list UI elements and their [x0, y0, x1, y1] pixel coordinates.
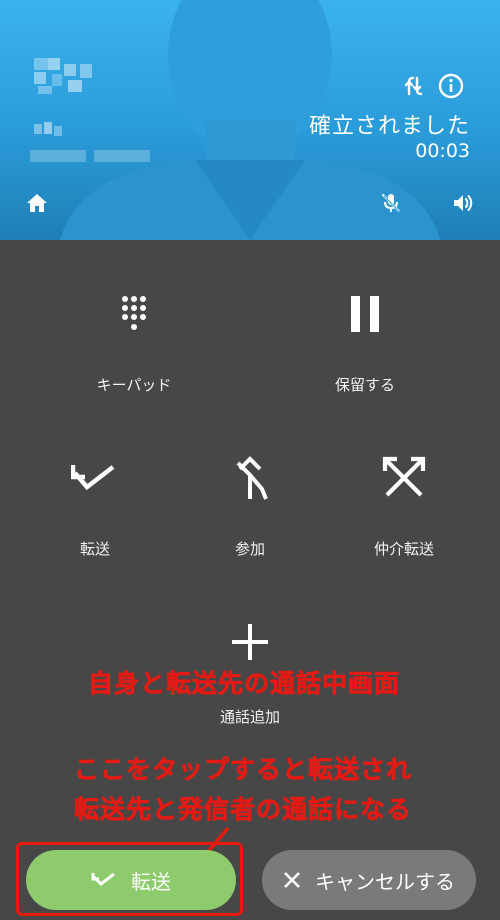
home-icon[interactable]: [22, 188, 52, 218]
transfer-button[interactable]: 転送: [26, 850, 236, 910]
cancel-button[interactable]: キャンセルする: [262, 850, 476, 910]
plus-icon: [220, 612, 280, 672]
mute-microphone-icon[interactable]: [376, 188, 406, 218]
merge-control[interactable]: 参加: [170, 448, 330, 559]
swap-calls-icon[interactable]: [400, 71, 430, 101]
add-call-label: 通話追加: [219, 708, 280, 726]
merge-call-icon: [220, 448, 280, 508]
masked-caller-name: [34, 58, 94, 98]
masked-caller-label: [34, 122, 62, 136]
keypad-control[interactable]: キーパッド: [54, 284, 214, 395]
consult-transfer-icon: [374, 448, 434, 508]
pause-icon: [335, 284, 395, 344]
transfer-call-icon: [65, 448, 125, 508]
transfer-label: 転送: [79, 540, 110, 558]
annotation-tap-note-1: ここをタップすると転送され: [74, 755, 413, 785]
call-header: 確立されました 00:03: [0, 0, 500, 240]
annotation-tap-note-2: 転送先と発信者の通話になる: [74, 795, 413, 825]
transfer-button-label: 転送: [131, 869, 171, 894]
keypad-label: キーパッド: [96, 376, 172, 394]
dialpad-icon: [104, 284, 164, 344]
hold-label: 保留する: [334, 376, 395, 394]
consult-transfer-label: 仲介転送: [373, 540, 434, 558]
annotation-screen-note: 自身と転送先の通話中画面: [88, 669, 401, 699]
merge-label: 参加: [234, 540, 265, 558]
transfer-control[interactable]: 転送: [15, 448, 175, 559]
close-icon: [284, 872, 300, 888]
call-timer: 00:03: [415, 140, 470, 162]
info-icon[interactable]: [436, 71, 466, 101]
consult-transfer-control[interactable]: 仲介転送: [324, 448, 484, 559]
call-status: 確立されました: [308, 114, 470, 139]
hold-control[interactable]: 保留する: [285, 284, 445, 395]
transfer-call-icon: [91, 872, 115, 886]
masked-caller-number: [30, 150, 160, 164]
speaker-icon[interactable]: [448, 188, 478, 218]
cancel-button-label: キャンセルする: [315, 869, 455, 894]
